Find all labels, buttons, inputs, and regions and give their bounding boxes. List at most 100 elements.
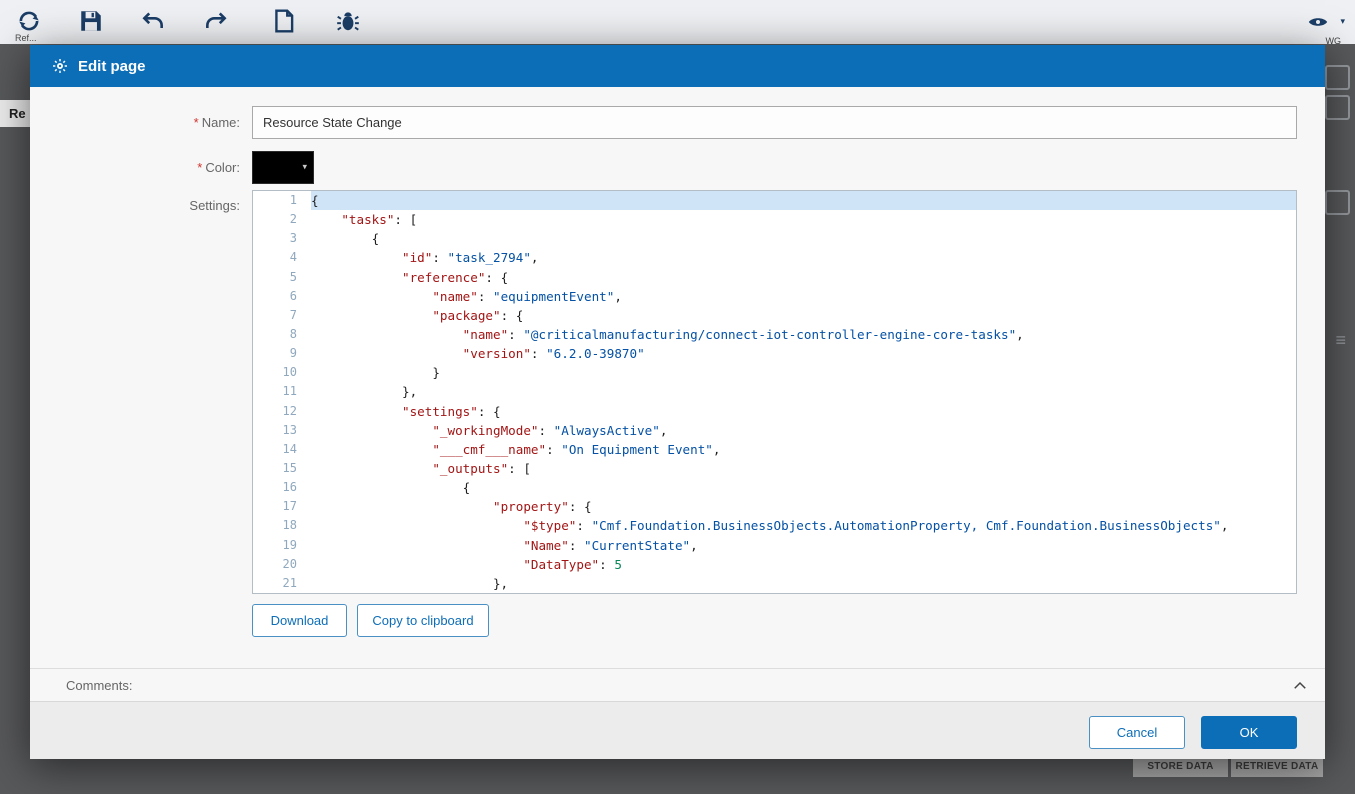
code-line: "___cmf___name": "On Equipment Event", [311,440,1296,459]
gear-icon [52,58,68,74]
editor-line[interactable]: 21 }, [253,574,1296,593]
line-number: 3 [253,229,311,248]
edit-page-dialog: Edit page *Name: *Color: ▾ Settings: 1{2… [30,45,1325,758]
editor-line[interactable]: 14 "___cmf___name": "On Equipment Event"… [253,440,1296,459]
required-marker: * [194,115,199,130]
editor-line[interactable]: 16 { [253,478,1296,497]
code-line: "Name": "CurrentState", [311,536,1296,555]
line-number: 14 [253,440,311,459]
code-line: }, [311,574,1296,593]
editor-line[interactable]: 17 "property": { [253,497,1296,516]
line-number: 8 [253,325,311,344]
code-line: "property": { [311,497,1296,516]
code-line: "DataType": 5 [311,555,1296,574]
code-line: "$type": "Cmf.Foundation.BusinessObjects… [311,516,1296,535]
editor-line[interactable]: 11 }, [253,382,1296,401]
code-line: } [311,363,1296,382]
line-number: 17 [253,497,311,516]
line-number: 19 [253,536,311,555]
line-number: 2 [253,210,311,229]
color-label: *Color: [30,151,240,184]
save-icon [78,21,104,38]
editor-line[interactable]: 18 "$type": "Cmf.Foundation.BusinessObje… [253,516,1296,535]
color-label-text: Color: [205,160,240,175]
line-number: 20 [253,555,311,574]
code-line: "settings": { [311,402,1296,421]
settings-editor[interactable]: 1{2 "tasks": [3 {4 "id": "task_2794",5 "… [252,190,1297,594]
page-icon [271,21,297,38]
bug-icon [335,21,361,38]
line-number: 16 [253,478,311,497]
code-line: "tasks": [ [311,210,1296,229]
background-trash-icon [1325,190,1350,215]
code-line: "package": { [311,306,1296,325]
line-number: 12 [253,402,311,421]
background-list-icon: ≡ [1335,330,1346,351]
name-label-text: Name: [202,115,240,130]
line-number: 21 [253,574,311,593]
code-line: "id": "task_2794", [311,248,1296,267]
redo-button[interactable] [203,8,229,34]
visibility-button[interactable] [1305,11,1331,33]
chevron-up-icon[interactable] [1291,677,1309,695]
settings-label: Settings: [30,196,240,215]
line-number: 10 [253,363,311,382]
store-data-button: STORE DATA [1133,757,1228,777]
code-line: "reference": { [311,268,1296,287]
code-line: }, [311,382,1296,401]
line-number: 5 [253,268,311,287]
editor-line[interactable]: 5 "reference": { [253,268,1296,287]
line-number: 18 [253,516,311,535]
eye-icon [1305,20,1331,37]
editor-line[interactable]: 3 { [253,229,1296,248]
required-marker: * [197,160,202,175]
app-toolbar: Ref... ▾ WG [0,0,1355,44]
editor-line[interactable]: 7 "package": { [253,306,1296,325]
comments-section: Comments: [30,668,1325,702]
code-line: "_outputs": [ [311,459,1296,478]
editor-line[interactable]: 1{ [253,191,1296,210]
refresh-button[interactable] [16,8,42,34]
line-number: 11 [253,382,311,401]
editor-line[interactable]: 9 "version": "6.2.0-39870" [253,344,1296,363]
editor-line[interactable]: 20 "DataType": 5 [253,555,1296,574]
editor-line[interactable]: 15 "_outputs": [ [253,459,1296,478]
line-number: 7 [253,306,311,325]
save-button[interactable] [78,8,104,34]
name-label: *Name: [30,106,240,139]
background-panel-label: Re [0,100,30,127]
code-line: { [311,478,1296,497]
editor-line[interactable]: 19 "Name": "CurrentState", [253,536,1296,555]
line-number: 1 [253,191,311,210]
background-icon [1325,95,1350,120]
code-line: "name": "@criticalmanufacturing/connect-… [311,325,1296,344]
editor-line[interactable]: 6 "name": "equipmentEvent", [253,287,1296,306]
debug-button[interactable] [335,8,361,34]
ok-button[interactable]: OK [1201,716,1297,749]
notes-button[interactable] [271,8,297,34]
editor-line[interactable]: 8 "name": "@criticalmanufacturing/connec… [253,325,1296,344]
editor-line[interactable]: 4 "id": "task_2794", [253,248,1296,267]
editor-line[interactable]: 12 "settings": { [253,402,1296,421]
editor-line[interactable]: 2 "tasks": [ [253,210,1296,229]
cancel-button[interactable]: Cancel [1089,716,1185,749]
color-picker-dropdown[interactable]: ▾ [252,151,314,184]
dialog-header: Edit page [30,45,1325,87]
undo-button[interactable] [140,8,166,34]
name-input[interactable] [252,106,1297,139]
line-number: 4 [253,248,311,267]
editor-line[interactable]: 10 } [253,363,1296,382]
background-icon [1325,65,1350,90]
copy-to-clipboard-button[interactable]: Copy to clipboard [357,604,489,637]
caret-down-icon: ▾ [1340,16,1345,27]
code-line: "version": "6.2.0-39870" [311,344,1296,363]
download-button[interactable]: Download [252,604,347,637]
caret-down-icon: ▾ [302,161,307,172]
dialog-title: Edit page [78,58,146,75]
editor-line[interactable]: 13 "_workingMode": "AlwaysActive", [253,421,1296,440]
redo-icon [203,21,229,38]
line-number: 6 [253,287,311,306]
dialog-footer: Cancel OK [30,701,1325,759]
settings-editor-lines: 1{2 "tasks": [3 {4 "id": "task_2794",5 "… [253,191,1296,593]
line-number: 9 [253,344,311,363]
